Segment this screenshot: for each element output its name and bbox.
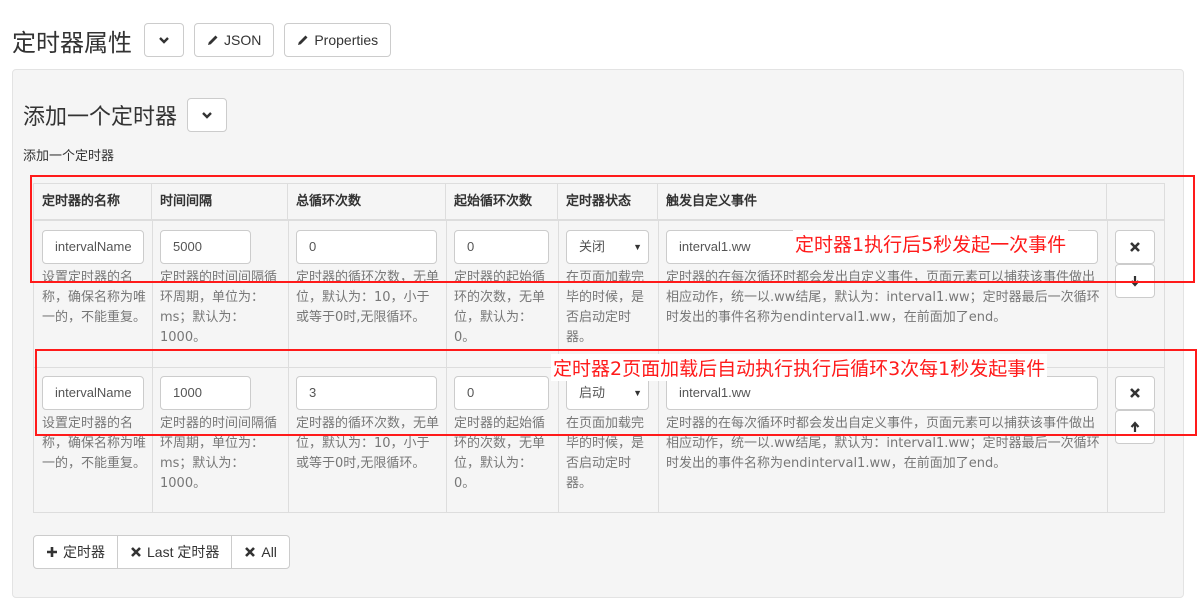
page-header: 定时器属性 JSON Properties	[12, 22, 401, 58]
footer-button-group: 定时器 Last 定时器 All	[33, 535, 290, 569]
remove-last-label: Last 定时器	[147, 544, 220, 560]
page-title: 定时器属性	[12, 28, 132, 57]
pencil-icon	[208, 35, 218, 45]
chevron-down-icon	[202, 112, 212, 119]
annotation-label: 定时器2页面加载后自动执行执行后循环3次每1秒发起事件	[551, 354, 1048, 381]
properties-button-label: Properties	[314, 32, 379, 48]
json-button-label: JSON	[224, 32, 262, 48]
chevron-down-icon	[159, 37, 169, 44]
remove-all-button[interactable]: All	[231, 535, 290, 569]
json-button[interactable]: JSON	[194, 23, 275, 57]
remove-last-timer-button[interactable]: Last 定时器	[117, 535, 233, 569]
section-description: 添加一个定时器	[23, 149, 115, 164]
annotation-label: 定时器1执行后5秒发起一次事件	[793, 230, 1069, 257]
plus-icon	[47, 547, 57, 557]
collapse-button[interactable]	[144, 23, 184, 57]
section-collapse-button[interactable]	[187, 98, 228, 132]
section-header: 添加一个定时器	[23, 98, 228, 132]
properties-button[interactable]: Properties	[284, 23, 392, 57]
close-icon	[245, 547, 256, 557]
timer-well: 添加一个定时器 添加一个定时器 定时器的名称 时间间隔 总循环次数 起始循环次数…	[12, 69, 1184, 598]
section-title: 添加一个定时器	[23, 105, 178, 130]
remove-all-label: All	[261, 544, 277, 560]
annotation-box	[30, 175, 1195, 283]
pencil-icon	[298, 35, 308, 45]
add-timer-label: 定时器	[63, 544, 105, 560]
close-icon	[131, 547, 141, 557]
add-timer-button[interactable]: 定时器	[33, 535, 118, 569]
